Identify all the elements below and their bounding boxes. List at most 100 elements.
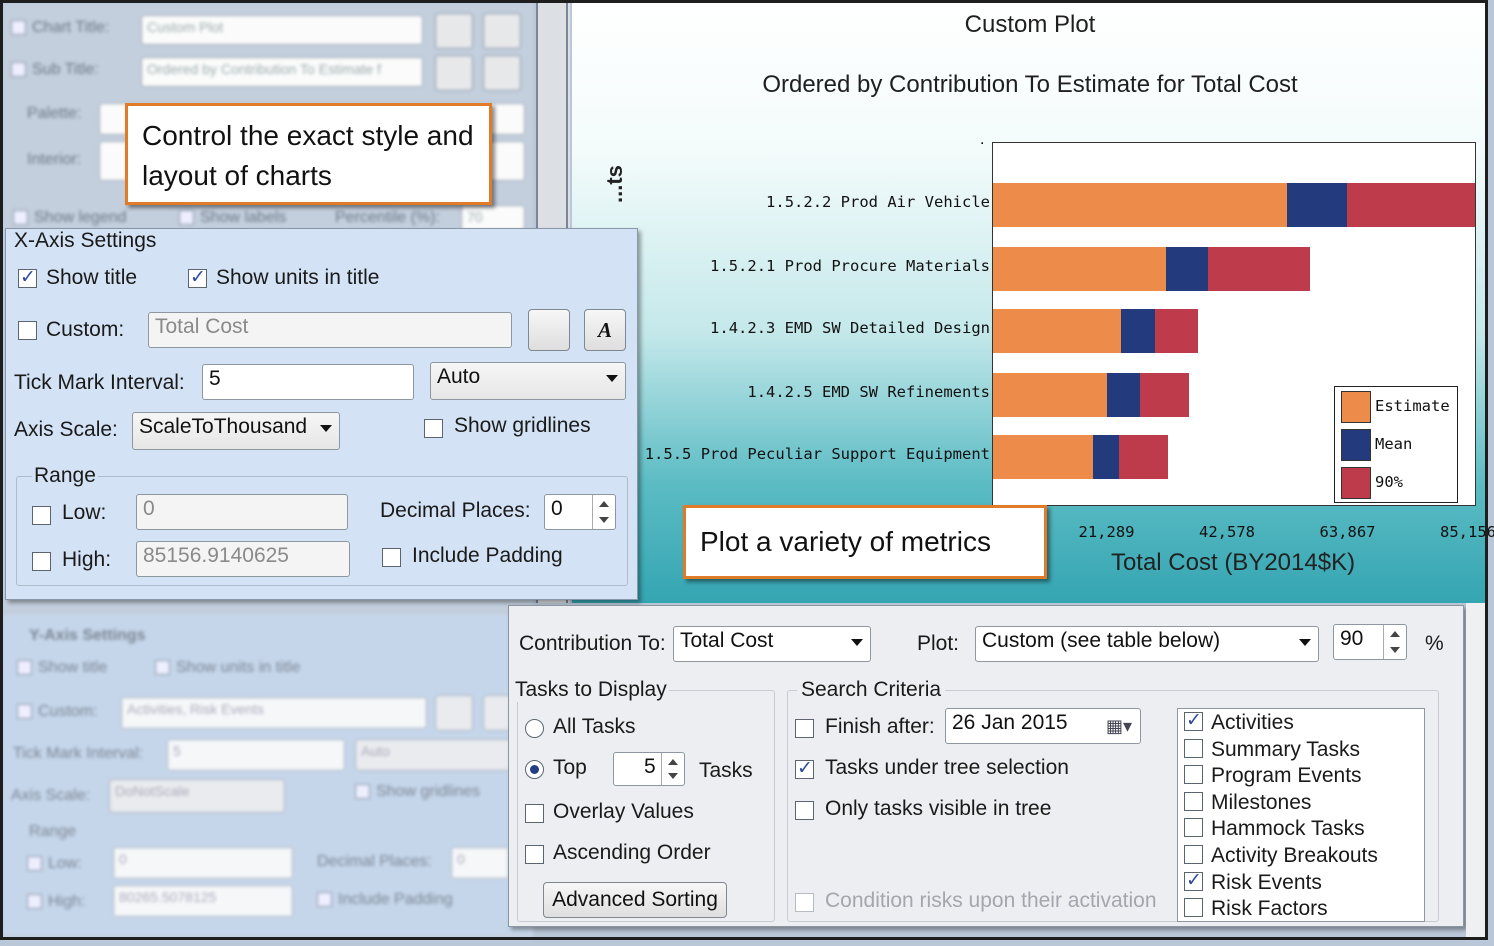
task-type-checkbox[interactable] [1184,845,1203,864]
percent-input[interactable]: 90 [1333,624,1407,660]
task-type-checkbox[interactable] [1184,869,1203,891]
y-show-title-option[interactable]: Show title [17,659,107,677]
all-tasks-radio[interactable] [525,719,544,738]
show-legend-label: Show legend [34,209,127,226]
task-type-checkbox[interactable] [1184,709,1203,731]
show-labels-option[interactable]: Show labels [179,209,286,227]
sub-title-color-button[interactable] [435,55,473,91]
chart-title-font-button[interactable] [483,13,521,49]
x-axis-title: Total Cost (BY2014$K) [1110,549,1356,576]
x-show-units-checkbox[interactable] [188,266,207,288]
y-show-gridlines-option[interactable]: Show gridlines [355,783,480,801]
plot-select[interactable]: Custom (see table below) [975,626,1319,662]
x-custom-checkbox[interactable] [18,321,37,340]
task-type-item[interactable]: Program Events [1184,764,1362,788]
tasks-display-title: Tasks to Display [513,678,669,702]
finish-after-checkbox[interactable] [795,719,814,738]
y-custom-option[interactable]: Custom: [17,703,98,721]
y-axis-scale-select[interactable]: DoNotScale [109,779,285,813]
x-custom-color-button[interactable] [528,309,570,351]
bar-90-4 [1139,373,1189,417]
y-axis-settings-background: Y-Axis Settings Show title Show units in… [3,615,533,935]
y-show-units-option[interactable]: Show units in title [155,659,301,677]
x-low-checkbox[interactable] [32,506,51,525]
task-type-label: Risk Factors [1211,897,1328,921]
task-type-item[interactable]: Summary Tasks [1184,738,1360,762]
top-count-input[interactable]: 5 [613,752,685,786]
plot-value: Custom (see table below) [982,629,1221,652]
y-axis-section-title: Y-Axis Settings [29,627,146,644]
chevron-down-icon [606,375,618,382]
x-decimal-input[interactable]: 0 [544,494,616,530]
task-type-checkbox[interactable] [1184,791,1203,811]
sub-title-input[interactable]: Ordered by Contribution To Estimate f [141,57,423,87]
contribution-select[interactable]: Total Cost [673,626,871,662]
task-type-item[interactable]: Risk Factors [1184,897,1328,921]
bar-mean-3 [1120,309,1155,353]
x-high-input[interactable]: 85156.9140625 [136,541,350,577]
x-custom-title-input[interactable]: Total Cost [148,312,512,348]
chevron-down-icon [1299,639,1311,646]
x-high-label: High: [62,548,112,571]
top-tasks-radio[interactable] [525,760,544,779]
x-low-input[interactable]: 0 [136,494,348,530]
x-axis-section-title: X-Axis Settings [14,229,157,252]
chart-title-input[interactable]: Custom Plot [141,15,423,45]
task-type-checkbox[interactable] [1184,765,1203,785]
task-types-list[interactable]: Activities Summary Tasks Program Events Mil… [1177,708,1425,922]
chart-title-color-button[interactable] [435,13,473,49]
finish-after-date-input[interactable]: 26 Jan 2015 ▦▾ [945,708,1141,744]
y-tick-mode-select[interactable]: Auto [355,739,523,771]
task-type-item[interactable]: Risk Events [1184,869,1322,895]
chart-title-row[interactable]: Chart Title: [11,19,109,37]
bar-90-3 [1154,309,1199,353]
y-low-input[interactable]: 0 [113,847,293,879]
task-type-item[interactable]: Hammock Tasks [1184,817,1365,841]
x-custom-font-button[interactable]: A [584,309,626,351]
top-count-spinner-icon[interactable] [661,753,684,785]
x-axis-scale-select[interactable]: ScaleToThousand [132,412,340,450]
sub-title-row[interactable]: Sub Title: [11,61,99,79]
y-padding-option[interactable]: Include Padding [317,891,453,909]
task-type-item[interactable]: Activities [1184,709,1294,735]
x-show-title-checkbox[interactable] [18,266,37,288]
overlay-values-label: Overlay Values [553,800,694,823]
task-type-checkbox[interactable] [1184,738,1203,758]
show-legend-option[interactable]: Show legend [13,209,127,227]
y-high-input[interactable]: 80265.5078125 [113,885,293,917]
decimal-spinner-icon[interactable] [592,495,615,529]
task-type-checkbox[interactable] [1184,818,1203,838]
y-decimal-input[interactable]: 0 [451,847,509,879]
calendar-icon[interactable]: ▦▾ [1106,716,1132,737]
contribution-label: Contribution To: [519,632,666,655]
only-visible-label: Only tasks visible in tree [825,797,1052,820]
legend-label-mean: Mean [1375,435,1413,453]
x-padding-checkbox[interactable] [382,548,401,567]
condition-risks-checkbox[interactable] [795,893,814,912]
percent-spinner-icon[interactable] [1383,625,1406,659]
x-tick-input[interactable]: 5 [202,364,414,400]
ascending-order-checkbox[interactable] [525,845,544,864]
y-custom-color-button[interactable] [435,695,473,731]
x-decimal-value: 0 [551,497,563,520]
x-tick-mode-select[interactable]: Auto [430,362,626,400]
callout-metrics: Plot a variety of metrics [683,505,1047,579]
overlay-values-checkbox[interactable] [525,804,544,823]
y-low-option[interactable]: Low: [27,855,82,873]
category-label: 1.5.2.1 Prod Procure Materials [710,257,990,275]
all-tasks-label: All Tasks [553,715,636,738]
y-high-option[interactable]: High: [27,893,85,911]
scrollbar-strip[interactable] [1466,603,1488,940]
task-type-item[interactable]: Milestones [1184,791,1311,815]
advanced-sorting-button[interactable]: Advanced Sorting [543,882,727,918]
only-visible-checkbox[interactable] [795,801,814,820]
y-tick-input[interactable]: 5 [167,739,345,771]
y-custom-input[interactable]: Activities, Risk Events [121,697,427,729]
task-type-label: Program Events [1211,764,1362,788]
task-type-checkbox[interactable] [1184,898,1203,918]
x-show-gridlines-checkbox[interactable] [424,419,443,438]
x-high-checkbox[interactable] [32,552,51,571]
tasks-under-tree-checkbox[interactable] [795,757,814,779]
task-type-item[interactable]: Activity Breakouts [1184,844,1378,868]
sub-title-font-button[interactable] [483,55,521,91]
